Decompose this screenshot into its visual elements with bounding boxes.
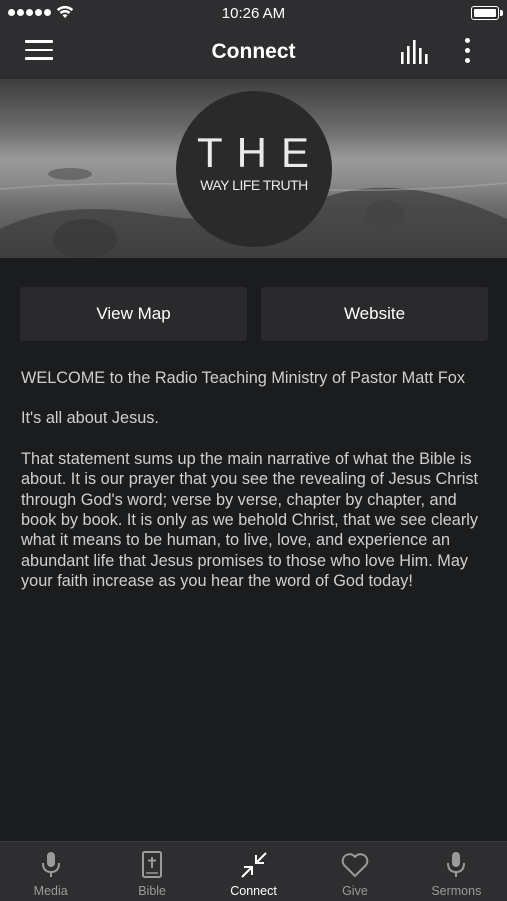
tab-bible-label: Bible (138, 884, 166, 898)
more-vertical-icon[interactable] (457, 38, 477, 66)
tab-media[interactable]: Media (0, 842, 101, 901)
tab-give-label: Give (342, 884, 368, 898)
ministry-logo: THE WAY LIFE TRUTH (176, 91, 332, 247)
header-banner: THE WAY LIFE TRUTH (0, 79, 507, 258)
tab-connect-label: Connect (230, 884, 277, 898)
connect-arrows-icon (240, 852, 267, 878)
tab-connect[interactable]: Connect (203, 842, 304, 901)
status-bar: 10:26 AM (0, 0, 507, 26)
website-button[interactable]: Website (261, 287, 488, 341)
tagline-paragraph: It's all about Jesus. (21, 409, 159, 428)
equalizer-icon[interactable] (399, 40, 431, 64)
welcome-paragraph: WELCOME to the Radio Teaching Ministry o… (21, 369, 465, 387)
tab-media-label: Media (33, 884, 68, 898)
status-time: 10:26 AM (221, 5, 286, 22)
tab-bar: Media Bible Connect Give Sermons (0, 841, 507, 901)
body-paragraph: That statement sums up the main narrativ… (21, 449, 479, 591)
logo-title: THE (197, 129, 323, 176)
view-map-button[interactable]: View Map (20, 287, 247, 341)
heart-icon (341, 853, 369, 877)
microphone-icon (41, 852, 60, 877)
tab-sermons-label: Sermons (431, 884, 482, 898)
description-text: WELCOME to the Radio Teaching Ministry o… (21, 368, 491, 612)
battery-icon (471, 6, 503, 20)
hamburger-icon[interactable] (25, 40, 53, 62)
tab-sermons[interactable]: Sermons (406, 842, 507, 901)
tab-give[interactable]: Give (304, 842, 405, 901)
logo-subtitle: WAY LIFE TRUTH (200, 177, 308, 193)
microphone-icon (447, 852, 466, 877)
bible-icon (142, 851, 163, 878)
nav-bar: Connect (0, 26, 507, 79)
tab-bible[interactable]: Bible (101, 842, 202, 901)
